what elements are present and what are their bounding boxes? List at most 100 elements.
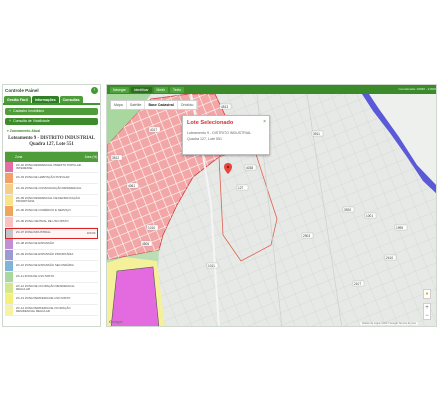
map-type-control: Mapa Satélite Base Cadastral Ortofoto [110,100,199,110]
zone-label: ZC-14 ZONA PERIFERIA DE OCUPAÇÃO RESIDEN… [16,305,71,313]
zone-row[interactable]: ZC-13 ZONA PERIFERIA DE USO MISTO [5,294,98,305]
zone-label: ZC-02 ZONA RESIDENCIAL PREDITO POPULAR -… [16,162,83,170]
zoom-out-button[interactable]: − [424,312,430,320]
panel-title: Controle Painel [5,87,39,93]
zone-label: ZC-03 ZONA DE HABITAÇÃO POPULAR [16,175,70,180]
zone-row[interactable]: ZC-05 ZONA RESIDENCIAL DE DENSIFICAÇÃO P… [5,195,98,206]
tool-texto[interactable]: Texto [170,86,185,93]
map-label: 127 [238,186,244,190]
zone-row[interactable]: ZC-10 ZONA DE EXPANSÃO SECUNDÁRIA [5,261,98,272]
zone-color-swatch [5,162,13,172]
zone-color-swatch [5,195,13,205]
zone-color-swatch [5,272,13,282]
plus-icon: + [9,119,12,123]
maptype-ortofoto[interactable]: Ortofoto [178,101,198,109]
map-label: 1010 [148,226,155,230]
tab-consultas[interactable]: Consultas [59,96,83,103]
zone-color-swatch [5,228,13,238]
map-label: 2410 [386,256,393,260]
zoneamento-atual-header[interactable]: ▾ Zoneamento Atual [7,129,98,133]
map-label: 1001 [366,214,373,218]
zone-rows: ZC-02 ZONA RESIDENCIAL PREDITO POPULAR -… [5,162,98,316]
zone-label: ZC-04 ZONA DE CONSOLIDAÇÃO RESIDENCIAL [16,186,82,191]
zone-row[interactable]: ZC-02 ZONA RESIDENCIAL PREDITO POPULAR -… [5,162,98,173]
tab-informacoes[interactable]: Informações [31,96,59,103]
zone-row[interactable]: ZC-08 ZONA DE EXPANSÃO [5,239,98,250]
coordinate-readout: Coordenada: 26996 - 21600 [398,87,436,91]
popup-line1: Loteamento 9 - DISTRITO INDUSTRIAL [187,131,252,135]
maptype-base-cadastral[interactable]: Base Cadastral [145,101,178,109]
zone-row[interactable]: ZC-06 ZONA DE COMÉRCIO E SERVIÇO [5,206,98,217]
zone-label: ZC-08 ZONA DE EXPANSÃO [16,241,55,246]
zone-label: ZC-09 ZONA DE EXPANSÃO PRIORITÁRIA [16,252,74,257]
zone-color-swatch [5,283,13,293]
map-label: 4038 [246,166,253,170]
maptype-satelite[interactable]: Satélite [127,101,146,109]
zone-row[interactable]: ZC-11 ZONA DE USO MISTO [5,272,98,283]
zone-color-swatch [5,184,13,194]
tool-medir[interactable]: Medir [153,86,169,93]
zone-label: ZC-07 ZONA INDUSTRIAL [16,230,51,235]
popup-title: Lote Selecionado [187,120,234,126]
tool-identificar[interactable]: Identificar [130,86,152,93]
maptype-mapa[interactable]: Mapa [111,101,127,109]
map-label: 4506 [142,242,149,246]
zone-label: ZC-12 ZONA DE OCUPAÇÃO RESIDENCIAL REGUL… [16,283,75,291]
zone-color-swatch [5,173,13,183]
panel-tabs: Gestão Fácil Informações Consultas [3,95,100,105]
chevron-down-icon: ▾ [7,129,9,133]
lot-info-popup: Lote Selecionado × Loteamento 9 - DISTRI… [182,115,270,155]
map-label: 3920 [344,208,351,212]
map-attribution[interactable]: Dados do mapa ©2017 Google Termos de Uso [360,322,418,325]
col-area: Área (%) [84,155,98,159]
zone-color-swatch [5,261,13,271]
zone-row[interactable]: ZC-14 ZONA PERIFERIA DE OCUPAÇÃO RESIDEN… [5,305,98,316]
map-label: 4061 [128,184,135,188]
accordion-cadastro-imobiliario[interactable]: + Cadastro Imobiliário [5,108,98,115]
map-label: 1011 [208,264,215,268]
map-label: 4513 [221,105,228,109]
zone-color-swatch [5,250,13,260]
zone-table-header: Zona Área (%) [5,152,98,162]
map-label: 3911 [313,132,320,136]
zone-row[interactable]: ZC-12 ZONA DE OCUPAÇÃO RESIDENCIAL REGUL… [5,283,98,294]
chevron-left-icon[interactable]: ‹ [91,86,98,94]
accordion-consulta-viabilidade[interactable]: + Consulta de Viabilidade [5,118,98,125]
map-toolbar: Navegar Identificar Medir Texto Coordena… [107,85,436,94]
zone-label: ZC-13 ZONA PERIFERIA DE USO MISTO [16,296,71,301]
plus-icon: + [9,109,12,113]
street-view-icon[interactable]: ● [423,289,431,299]
zoom-in-button[interactable]: + [424,304,430,312]
zone-color-swatch [5,305,13,315]
popup-line2: Quadra 127, Lote 551 [187,137,222,141]
zone-color-swatch [5,206,13,216]
lot-title: Loteamento 9 - DISTRITO INDUSTRIAL Quadr… [5,136,98,148]
zone-row[interactable]: ZC-04 ZONA DE CONSOLIDAÇÃO RESIDENCIAL [5,184,98,195]
tool-navegar[interactable]: Navegar [110,86,129,93]
zone-label: ZC-05 ZONA RESIDENCIAL DE DENSIFICAÇÃO P… [16,195,80,203]
panel-header: Controle Painel ‹ [3,85,100,95]
map-label: 2107 [354,282,361,286]
zone-color-swatch [5,294,13,304]
close-icon[interactable]: × [263,119,266,125]
zone-row[interactable]: ZC-07 ZONA INDUSTRIAL 100.00 [5,228,98,239]
zone-row[interactable]: ZC-09 ZONA DE EXPANSÃO PRIORITÁRIA [5,250,98,261]
zone-label: ZC-11 ZONA DE USO MISTO [16,274,55,279]
map-view[interactable]: 4513 4017 3512 4061 127 1010 4506 4038 3… [106,84,437,327]
zone-label: ZC-06 ZONA DE COMÉRCIO E SERVIÇO [16,208,71,213]
zone-table: Zona Área (%) ZC-02 ZONA RESIDENCIAL PRE… [5,151,98,316]
map-label: 3512 [112,156,119,160]
zone-color-swatch [5,217,13,227]
control-panel: Controle Painel ‹ Gestão Fácil Informaçõ… [2,84,101,327]
zone-row[interactable]: ZC-03 ZONA DE HABITAÇÃO POPULAR [5,173,98,184]
lot-title-line2: Quadra 127, Lote 551 [29,142,74,147]
tab-gestao-facil[interactable]: Gestão Fácil [4,96,31,103]
map-label: 2903 [303,234,310,238]
zone-label: ZC-06 ZONA CENTRAL DE USO MISTO [16,219,69,224]
sub-header-label: Zoneamento Atual [9,129,41,133]
zoom-control: + − [423,303,431,320]
zone-row[interactable]: ZC-06 ZONA CENTRAL DE USO MISTO [5,217,98,228]
zone-color-swatch [5,239,13,249]
map-canvas[interactable]: 4513 4017 3512 4061 127 1010 4506 4038 3… [107,85,437,327]
map-label: 1999 [396,226,403,230]
